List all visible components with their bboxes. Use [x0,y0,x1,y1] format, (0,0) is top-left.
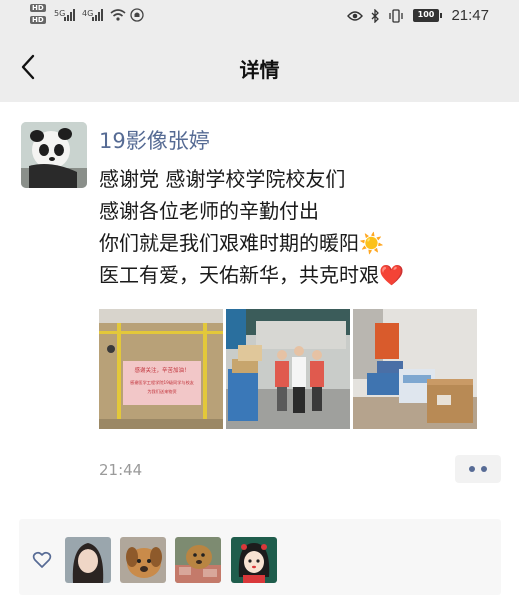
note-line: 感谢关注，辛苦加油！ [134,366,189,374]
author-avatar[interactable] [21,122,87,188]
vibrate-icon [388,8,403,23]
donation-box-image: 感谢关注，辛苦加油！ 感谢医学工程学院19级同学与校友 为我们送来物资 [99,309,223,429]
page-title: 详情 [239,58,280,82]
battery-icon: 100 [413,9,442,22]
liker-avatar[interactable] [65,537,111,583]
nav-header: 详情 [0,32,519,102]
cartoon-girl-image [231,537,277,583]
likes-panel [19,519,501,595]
dog-photo-image [120,537,166,583]
post-timestamp: 21:44 [99,461,143,479]
photo-donation-box[interactable]: 感谢关注，辛苦加油！ 感谢医学工程学院19级同学与校友 为我们送来物资 [99,309,223,429]
panda-avatar-image [21,122,87,188]
post-text: 感谢党 感谢学校学院校友们 感谢各位老师的辛勤付出 你们就是我们艰难时期的暖阳☀… [99,163,499,291]
post-line: 感谢党 感谢学校学院校友们 [99,167,346,191]
dot-icon [469,466,475,472]
post-line: 感谢各位老师的辛勤付出 [99,199,319,223]
note-line: 感谢医学工程学院19级同学与校友 [130,379,194,386]
liker-avatar[interactable] [175,537,221,583]
photo-volunteers[interactable] [226,309,350,429]
liker-avatar[interactable] [120,537,166,583]
hd-badge: HD [30,16,46,24]
post-line: 医工有爱，天佑新华，共克时艰❤️ [99,263,404,287]
status-time: 21:47 [451,7,489,24]
wifi-icon [110,9,126,21]
dot-icon [481,466,487,472]
status-bar-right: 100 21:47 [346,7,489,25]
liker-avatar[interactable] [231,537,277,583]
status-bar: HD HD 5G 4G 100 21:47 [0,0,519,32]
post-line: 你们就是我们艰难时期的暖阳☀️ [99,231,384,255]
photo-supplies[interactable] [353,309,477,429]
author-name[interactable]: 19影像张婷 [99,125,210,155]
dog-with-money-image [175,537,221,583]
volunteers-image [226,309,350,429]
girl-portrait-image [65,537,111,583]
heart-icon [32,551,52,568]
note-line: 为我们送来物资 [147,388,176,395]
hd-badge: HD [30,4,46,12]
notification-icon [130,8,144,22]
eye-icon [346,10,363,21]
bluetooth-icon [371,7,380,24]
more-actions-button[interactable] [455,455,501,483]
signal-bars-icon [92,9,106,21]
supplies-image [353,309,477,429]
signal-bars-icon [64,9,78,21]
